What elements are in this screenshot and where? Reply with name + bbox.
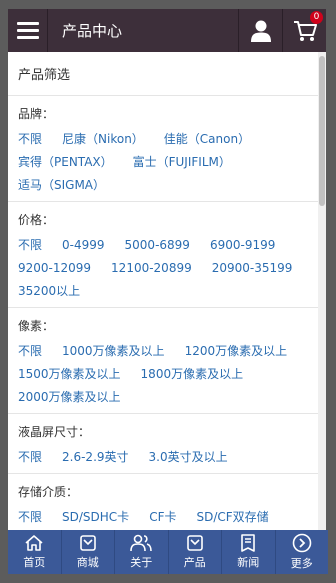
menu-button[interactable] bbox=[8, 9, 48, 52]
filter-option[interactable]: 6900-9199 bbox=[210, 234, 275, 257]
nav-label: 更多 bbox=[290, 557, 313, 570]
user-icon bbox=[250, 20, 271, 42]
filter-option[interactable]: 尼康（Nikon） bbox=[62, 128, 144, 151]
bottom-nav: 首页 商城 关于 产品 新闻 更多 bbox=[8, 530, 328, 574]
price-filter-group: 价格： 不限 0-4999 5000-6899 6900-9199 9200-1… bbox=[8, 202, 318, 308]
filter-option[interactable]: 不限 bbox=[18, 128, 42, 151]
home-icon bbox=[25, 535, 43, 551]
filter-option[interactable]: 不限 bbox=[18, 446, 42, 469]
scrollbar[interactable] bbox=[318, 52, 326, 530]
filter-option[interactable]: 1200万像素及以上 bbox=[185, 340, 288, 363]
filter-option[interactable]: 9200-12099 bbox=[18, 257, 91, 280]
more-icon bbox=[292, 533, 312, 553]
brand-filter-group: 品牌： 不限 尼康（Nikon） 佳能（Canon） 宾得（PENTAX） 富士… bbox=[8, 96, 318, 202]
group-label: 品牌： bbox=[18, 107, 55, 121]
user-button[interactable] bbox=[238, 9, 282, 52]
filter-option[interactable]: 宾得（PENTAX） bbox=[18, 151, 113, 174]
cart-button[interactable]: 0 bbox=[282, 9, 326, 52]
scrollbar-thumb[interactable] bbox=[319, 56, 325, 206]
filter-heading: 产品筛选 bbox=[8, 52, 318, 96]
nav-label: 新闻 bbox=[237, 556, 260, 569]
storage-filter-group: 存储介质： 不限 SD/SDHC卡 CF卡 SD/CF双存储 bbox=[8, 474, 318, 530]
pixel-filter-group: 像素： 不限 1000万像素及以上 1200万像素及以上 1500万像素及以上 … bbox=[8, 308, 318, 414]
filter-option[interactable]: 不限 bbox=[18, 234, 42, 257]
filter-option[interactable]: CF卡 bbox=[149, 506, 176, 529]
group-label: 价格： bbox=[18, 213, 55, 227]
filter-option[interactable]: 5000-6899 bbox=[125, 234, 190, 257]
filter-option[interactable]: SD/CF双存储 bbox=[196, 506, 268, 529]
top-bar: 产品中心 0 bbox=[8, 9, 326, 52]
filter-option[interactable]: 2.6-2.9英寸 bbox=[62, 446, 129, 469]
nav-item-more[interactable]: 更多 bbox=[276, 530, 329, 574]
nav-item-mall[interactable]: 商城 bbox=[62, 530, 115, 574]
nav-label: 首页 bbox=[23, 556, 46, 569]
product-icon bbox=[186, 535, 203, 551]
nav-item-news[interactable]: 新闻 bbox=[222, 530, 276, 574]
filter-option[interactable]: 不限 bbox=[18, 340, 42, 363]
filter-option[interactable]: 佳能（Canon） bbox=[164, 128, 250, 151]
hamburger-icon bbox=[16, 20, 39, 41]
people-icon bbox=[130, 534, 153, 552]
group-label: 存储介质： bbox=[18, 485, 79, 499]
cart-count-badge: 0 bbox=[310, 11, 323, 24]
filter-option[interactable]: 2000万像素及以上 bbox=[18, 386, 121, 409]
screen-size-filter-group: 液晶屏尺寸： 不限 2.6-2.9英寸 3.0英寸及以上 bbox=[8, 414, 318, 474]
nav-item-home[interactable]: 首页 bbox=[8, 530, 62, 574]
filter-option[interactable]: 20900-35199 bbox=[212, 257, 293, 280]
page-title: 产品中心 bbox=[62, 22, 123, 40]
nav-item-about[interactable]: 关于 bbox=[115, 530, 169, 574]
nav-label: 关于 bbox=[130, 556, 153, 569]
nav-label: 商城 bbox=[76, 556, 99, 569]
filter-option[interactable]: SD/SDHC卡 bbox=[62, 506, 129, 529]
filter-option[interactable]: 富士（FUJIFILM） bbox=[133, 151, 231, 174]
filter-option[interactable]: 1500万像素及以上 bbox=[18, 363, 121, 386]
filter-option[interactable]: 35200以上 bbox=[18, 280, 80, 303]
nav-item-product[interactable]: 产品 bbox=[169, 530, 222, 574]
filter-option[interactable]: 0-4999 bbox=[62, 234, 105, 257]
filter-option[interactable]: 不限 bbox=[18, 506, 42, 529]
group-label: 液晶屏尺寸： bbox=[18, 425, 91, 439]
group-label: 像素： bbox=[18, 319, 55, 333]
phone-frame: 产品中心 0 产品筛选 品牌： 不限 尼康（Nikon） 佳能（Canon） 宾… bbox=[0, 0, 336, 583]
filter-option[interactable]: 1000万像素及以上 bbox=[62, 340, 165, 363]
filter-option[interactable]: 3.0英寸及以上 bbox=[149, 446, 228, 469]
filter-option[interactable]: 12100-20899 bbox=[111, 257, 192, 280]
filter-option[interactable]: 适马（SIGMA） bbox=[18, 174, 105, 197]
filter-option[interactable]: 1800万像素及以上 bbox=[141, 363, 244, 386]
nav-label: 产品 bbox=[183, 556, 206, 569]
filter-panel: 产品筛选 品牌： 不限 尼康（Nikon） 佳能（Canon） 宾得（PENTA… bbox=[8, 52, 318, 530]
news-icon bbox=[241, 534, 256, 552]
mall-icon bbox=[79, 535, 96, 551]
